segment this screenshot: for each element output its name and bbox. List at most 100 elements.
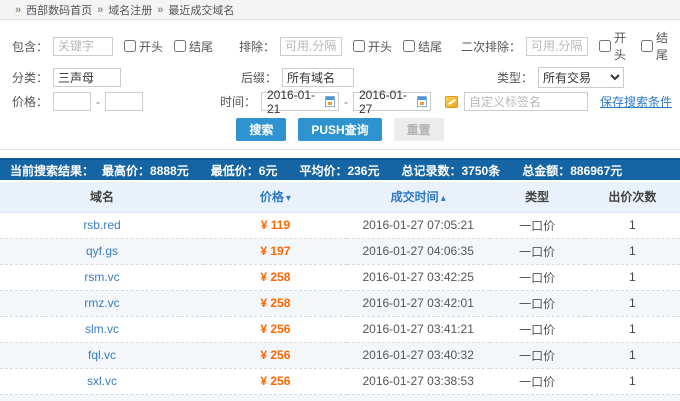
bids-cell: 1: [585, 316, 680, 342]
time-label: 时间：: [216, 93, 256, 110]
save-search-link[interactable]: 保存搜索条件: [600, 93, 672, 110]
form-buttons: 搜索 PUSH查询 重置: [8, 118, 672, 141]
second-exclude-endswith-checkbox[interactable]: [641, 40, 653, 52]
summary-prefix: 当前搜索结果：: [10, 162, 94, 179]
domain-cell: fql.vc: [0, 342, 204, 368]
time-cell: 2016-01-27 07:05:21: [347, 212, 490, 238]
second-exclude-startswith-label: 开头: [614, 29, 630, 63]
type-cell: 一口价: [490, 394, 585, 401]
domain-cell: qyf.gs: [0, 238, 204, 264]
price-min-input[interactable]: [53, 92, 91, 111]
domain-link[interactable]: rsb.red: [83, 218, 120, 232]
domain-cell: rsb.red: [0, 212, 204, 238]
suffix-label: 后缀：: [237, 69, 277, 86]
category-label: 分类：: [8, 69, 48, 86]
domain-link[interactable]: fql.vc: [88, 348, 116, 362]
bids-cell: 1: [585, 290, 680, 316]
form-row-3: 价格： - 时间： 2016-01-21 - 2016-01-27 保存搜索条件: [8, 92, 672, 111]
table-row: slm.vc¥ 2562016-01-27 03:41:21一口价1: [0, 316, 680, 342]
contains-input[interactable]: [53, 37, 113, 56]
date-to-value: 2016-01-27: [359, 88, 417, 116]
col-header-bid-count: 出价次数: [585, 182, 680, 212]
col-header-type: 类型: [490, 182, 585, 212]
tag-icon: [445, 96, 458, 108]
exclude-endswith-checkbox[interactable]: [403, 40, 415, 52]
price-label: 价格：: [8, 93, 48, 110]
breadcrumb-home[interactable]: 西部数码首页: [26, 2, 92, 18]
price-cell: ¥ 258: [204, 264, 347, 290]
search-button[interactable]: 搜索: [236, 118, 286, 141]
breadcrumb-arrow-icon: »: [97, 4, 103, 16]
domain-cell: dqx.red: [0, 394, 204, 401]
sort-asc-icon: ▴: [441, 193, 446, 204]
price-cell: ¥ 119: [204, 212, 347, 238]
type-label: 类型：: [465, 69, 533, 86]
stat-highest-price: 最高价：8888元: [102, 162, 189, 179]
contains-label: 包含：: [8, 38, 48, 55]
type-cell: 一口价: [490, 290, 585, 316]
table-row: qyf.gs¥ 1972016-01-27 04:06:35一口价1: [0, 238, 680, 264]
exclude-endswith-label: 结尾: [418, 38, 442, 55]
stat-total-records: 总记录数：3750条: [401, 162, 500, 179]
search-form: 包含： 开头 结尾 排除： 开头 结尾 二次排除： 开头 结尾 分类：: [0, 20, 680, 150]
price-max-input[interactable]: [105, 92, 143, 111]
second-exclude-startswith-checkbox[interactable]: [599, 40, 611, 52]
breadcrumb-arrow-icon: »: [15, 4, 21, 16]
bids-cell: 1: [585, 264, 680, 290]
custom-tag-input[interactable]: [464, 92, 588, 111]
table-row: rsm.vc¥ 2582016-01-27 03:42:25一口价1: [0, 264, 680, 290]
table-row: sxl.vc¥ 2562016-01-27 03:38:53一口价1: [0, 368, 680, 394]
domain-cell: slm.vc: [0, 316, 204, 342]
type-cell: 一口价: [490, 264, 585, 290]
type-cell: 一口价: [490, 316, 585, 342]
price-range-separator: -: [96, 95, 100, 109]
breadcrumb-domain-register[interactable]: 域名注册: [108, 2, 152, 18]
contains-endswith-checkbox[interactable]: [174, 40, 186, 52]
col-header-deal-time[interactable]: 成交时间▴: [347, 182, 490, 212]
calendar-icon[interactable]: [325, 96, 335, 107]
price-cell: ¥ 256: [204, 368, 347, 394]
bids-cell: 1: [585, 394, 680, 401]
stat-total-amount: 总金额：886967元: [522, 162, 622, 179]
second-exclude-input[interactable]: [526, 37, 588, 56]
table-row: dqx.red¥ 1202016-01-27 01:39:34一口价1: [0, 394, 680, 401]
category-input[interactable]: [53, 68, 121, 87]
domain-link[interactable]: rsm.vc: [84, 270, 119, 284]
table-row: rmz.vc¥ 2582016-01-27 03:42:01一口价1: [0, 290, 680, 316]
type-cell: 一口价: [490, 342, 585, 368]
domain-link[interactable]: slm.vc: [85, 322, 119, 336]
domain-link[interactable]: qyf.gs: [86, 244, 118, 258]
exclude-label: 排除：: [235, 38, 275, 55]
date-to-input[interactable]: 2016-01-27: [353, 92, 431, 111]
suffix-input[interactable]: [282, 68, 354, 87]
deals-table: 域名 价格▾ 成交时间▴ 类型 出价次数 rsb.red¥ 1192016-01…: [0, 182, 680, 401]
date-from-input[interactable]: 2016-01-21: [261, 92, 339, 111]
exclude-input[interactable]: [280, 37, 342, 56]
contains-endswith-label: 结尾: [189, 38, 213, 55]
time-cell: 2016-01-27 01:39:34: [347, 394, 490, 401]
form-row-1: 包含： 开头 结尾 排除： 开头 结尾 二次排除： 开头 结尾: [8, 29, 672, 63]
breadcrumb-current-page: 最近成交域名: [168, 2, 234, 18]
calendar-icon[interactable]: [417, 96, 427, 107]
time-cell: 2016-01-27 03:42:01: [347, 290, 490, 316]
table-row: rsb.red¥ 1192016-01-27 07:05:21一口价1: [0, 212, 680, 238]
time-cell: 2016-01-27 03:40:32: [347, 342, 490, 368]
bids-cell: 1: [585, 212, 680, 238]
price-cell: ¥ 256: [204, 342, 347, 368]
domain-link[interactable]: rmz.vc: [84, 296, 119, 310]
col-header-price[interactable]: 价格▾: [204, 182, 347, 212]
domain-link[interactable]: sxl.vc: [87, 374, 117, 388]
date-from-value: 2016-01-21: [267, 88, 325, 116]
sort-desc-icon: ▾: [286, 193, 291, 204]
col-header-domain: 域名: [0, 182, 204, 212]
push-query-button[interactable]: PUSH查询: [298, 118, 381, 141]
deals-table-body: rsb.red¥ 1192016-01-27 07:05:21一口价1qyf.g…: [0, 212, 680, 401]
exclude-startswith-checkbox[interactable]: [353, 40, 365, 52]
type-select[interactable]: 所有交易: [538, 67, 624, 88]
type-cell: 一口价: [490, 368, 585, 394]
reset-button[interactable]: 重置: [394, 118, 444, 141]
contains-startswith-checkbox[interactable]: [124, 40, 136, 52]
domain-cell: rmz.vc: [0, 290, 204, 316]
domain-cell: sxl.vc: [0, 368, 204, 394]
date-range-separator: -: [344, 95, 348, 109]
